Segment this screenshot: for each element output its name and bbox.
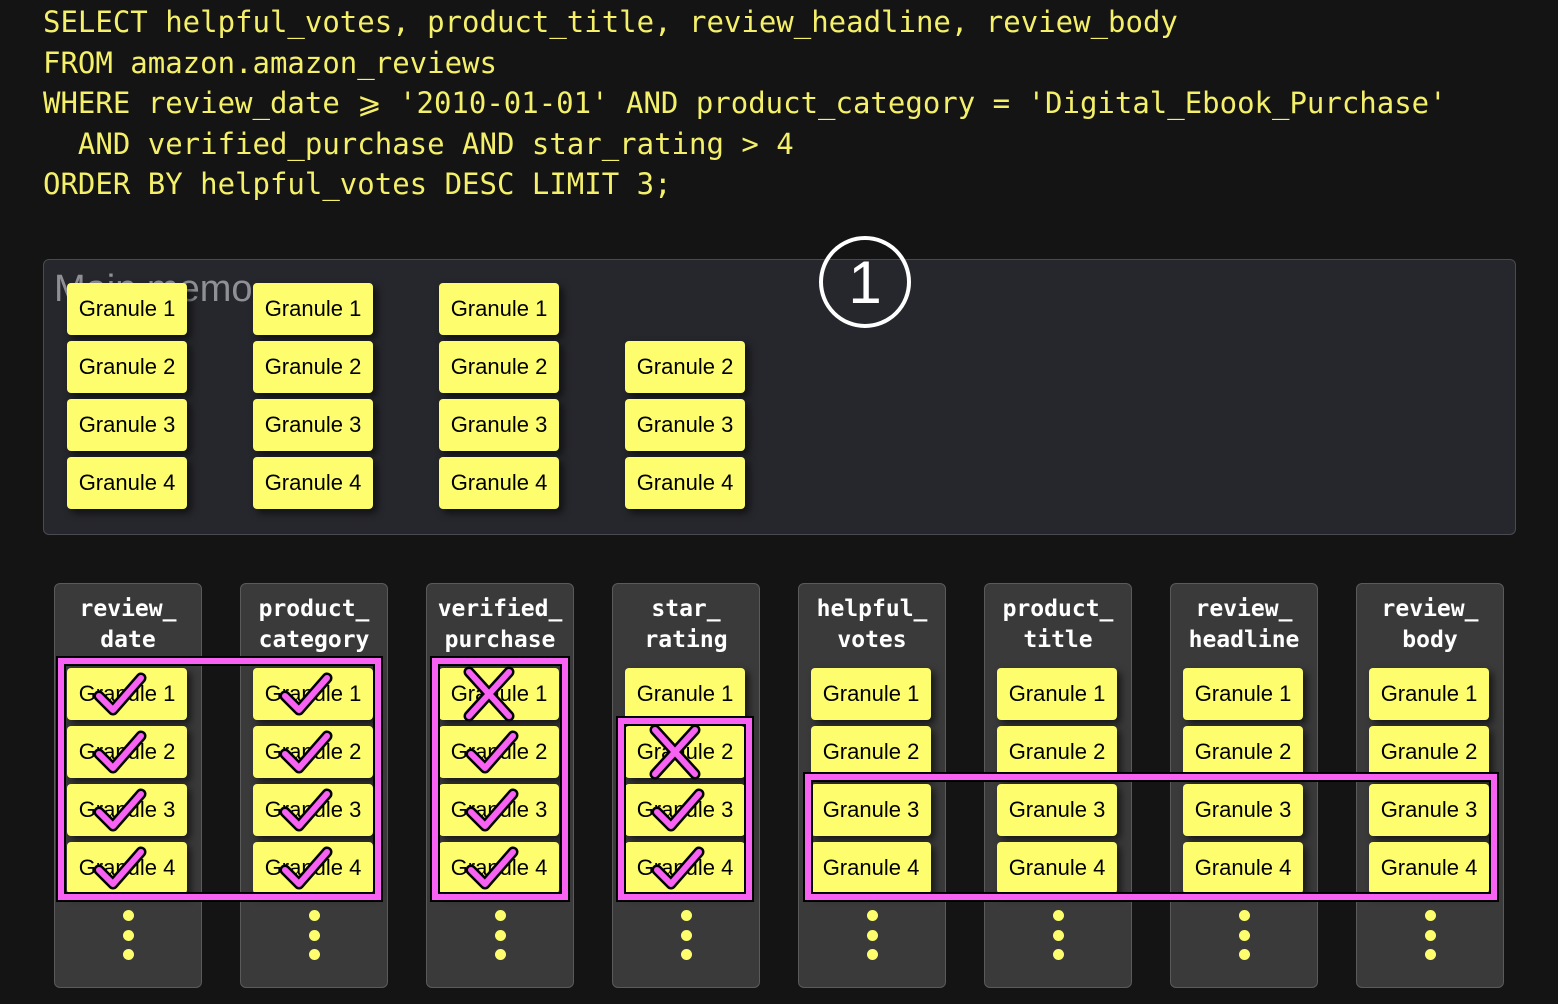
memory-granule: Granule 1 — [67, 283, 187, 335]
column-granule: Granule 3 — [1369, 784, 1489, 836]
column-granule: Granule 2 — [67, 726, 187, 778]
column-granule: Granule 1 — [67, 668, 187, 720]
ellipsis-dot — [1239, 949, 1250, 960]
column-granule: Granule 2 — [997, 726, 1117, 778]
memory-granule: Granule 1 — [439, 283, 559, 335]
ellipsis-dot — [1239, 910, 1250, 921]
memory-granule: Granule 4 — [67, 457, 187, 509]
column-granule: Granule 2 — [811, 726, 931, 778]
memory-granule: Granule 2 — [439, 341, 559, 393]
column-title: star_ rating — [644, 596, 728, 653]
column-granule: Granule 4 — [439, 842, 559, 894]
ellipsis-dot — [309, 910, 320, 921]
ellipsis-dot — [1053, 910, 1064, 921]
ellipsis-dot — [495, 930, 506, 941]
memory-granule: Granule 3 — [625, 399, 745, 451]
ellipsis-dot — [123, 949, 134, 960]
memory-granule: Granule 2 — [625, 341, 745, 393]
memory-granule: Granule 3 — [67, 399, 187, 451]
column-granule: Granule 4 — [253, 842, 373, 894]
ellipsis-dot — [309, 930, 320, 941]
ellipsis-dot — [867, 930, 878, 941]
column-granule: Granule 1 — [439, 668, 559, 720]
column-granule: Granule 4 — [625, 842, 745, 894]
column-granule: Granule 3 — [1183, 784, 1303, 836]
column-title: verified_ purchase — [437, 596, 563, 653]
sql-line: SELECT helpful_votes, product_title, rev… — [43, 5, 1178, 39]
column-granule: Granule 1 — [625, 668, 745, 720]
column-granule: Granule 2 — [439, 726, 559, 778]
column-granule: Granule 2 — [625, 726, 745, 778]
column-title: review_ headline — [1188, 596, 1300, 653]
column-granule: Granule 3 — [811, 784, 931, 836]
column-granule: Granule 4 — [811, 842, 931, 894]
ellipsis-dot — [1425, 910, 1436, 921]
column-title: review_ date — [79, 596, 177, 653]
column-granule: Granule 4 — [997, 842, 1117, 894]
column-granule: Granule 2 — [1183, 726, 1303, 778]
column-granule: Granule 3 — [439, 784, 559, 836]
column-granule: Granule 1 — [997, 668, 1117, 720]
memory-granule: Granule 3 — [253, 399, 373, 451]
column-granule: Granule 1 — [253, 668, 373, 720]
column-title: review_ body — [1381, 596, 1479, 653]
sql-query: SELECT helpful_votes, product_title, rev… — [43, 2, 1447, 205]
ellipsis-dot — [1425, 930, 1436, 941]
ellipsis-dot — [123, 930, 134, 941]
column-granule: Granule 3 — [67, 784, 187, 836]
column-title: helpful_ votes — [816, 596, 928, 653]
ellipsis-dot — [123, 910, 134, 921]
column-granule: Granule 3 — [253, 784, 373, 836]
ellipsis-dot — [867, 949, 878, 960]
column-title: product_ category — [258, 596, 370, 653]
column-granule: Granule 2 — [1369, 726, 1489, 778]
memory-granule: Granule 1 — [253, 283, 373, 335]
ellipsis-dot — [309, 949, 320, 960]
column-title: product_ title — [1002, 596, 1114, 653]
ellipsis-dot — [681, 910, 692, 921]
ellipsis-dot — [1239, 930, 1250, 941]
ellipsis-dot — [867, 910, 878, 921]
memory-granule: Granule 2 — [253, 341, 373, 393]
ellipsis-dot — [495, 910, 506, 921]
sql-line: FROM amazon.amazon_reviews — [43, 45, 497, 80]
sql-line: AND verified_purchase AND star_rating > … — [43, 126, 794, 161]
sql-line: ORDER BY helpful_votes DESC LIMIT 3; — [43, 167, 672, 201]
column-granule: Granule 3 — [625, 784, 745, 836]
column-granule: Granule 4 — [1369, 842, 1489, 894]
ellipsis-dot — [495, 949, 506, 960]
memory-granule: Granule 4 — [625, 457, 745, 509]
column-granule: Granule 4 — [67, 842, 187, 894]
column-granule: Granule 1 — [1183, 668, 1303, 720]
column-granule: Granule 3 — [997, 784, 1117, 836]
column-granule: Granule 2 — [253, 726, 373, 778]
memory-granule: Granule 4 — [439, 457, 559, 509]
ellipsis-dot — [1425, 949, 1436, 960]
memory-granule: Granule 2 — [67, 341, 187, 393]
ellipsis-dot — [681, 930, 692, 941]
ellipsis-dot — [1053, 949, 1064, 960]
step-number-badge: 1 — [819, 236, 911, 328]
memory-granule: Granule 3 — [439, 399, 559, 451]
ellipsis-dot — [681, 949, 692, 960]
column-granule: Granule 1 — [811, 668, 931, 720]
column-granule: Granule 4 — [1183, 842, 1303, 894]
column-granule: Granule 1 — [1369, 668, 1489, 720]
sql-line: WHERE review_date ⩾ '2010-01-01' AND pro… — [43, 86, 1447, 120]
ellipsis-dot — [1053, 930, 1064, 941]
memory-granule: Granule 4 — [253, 457, 373, 509]
